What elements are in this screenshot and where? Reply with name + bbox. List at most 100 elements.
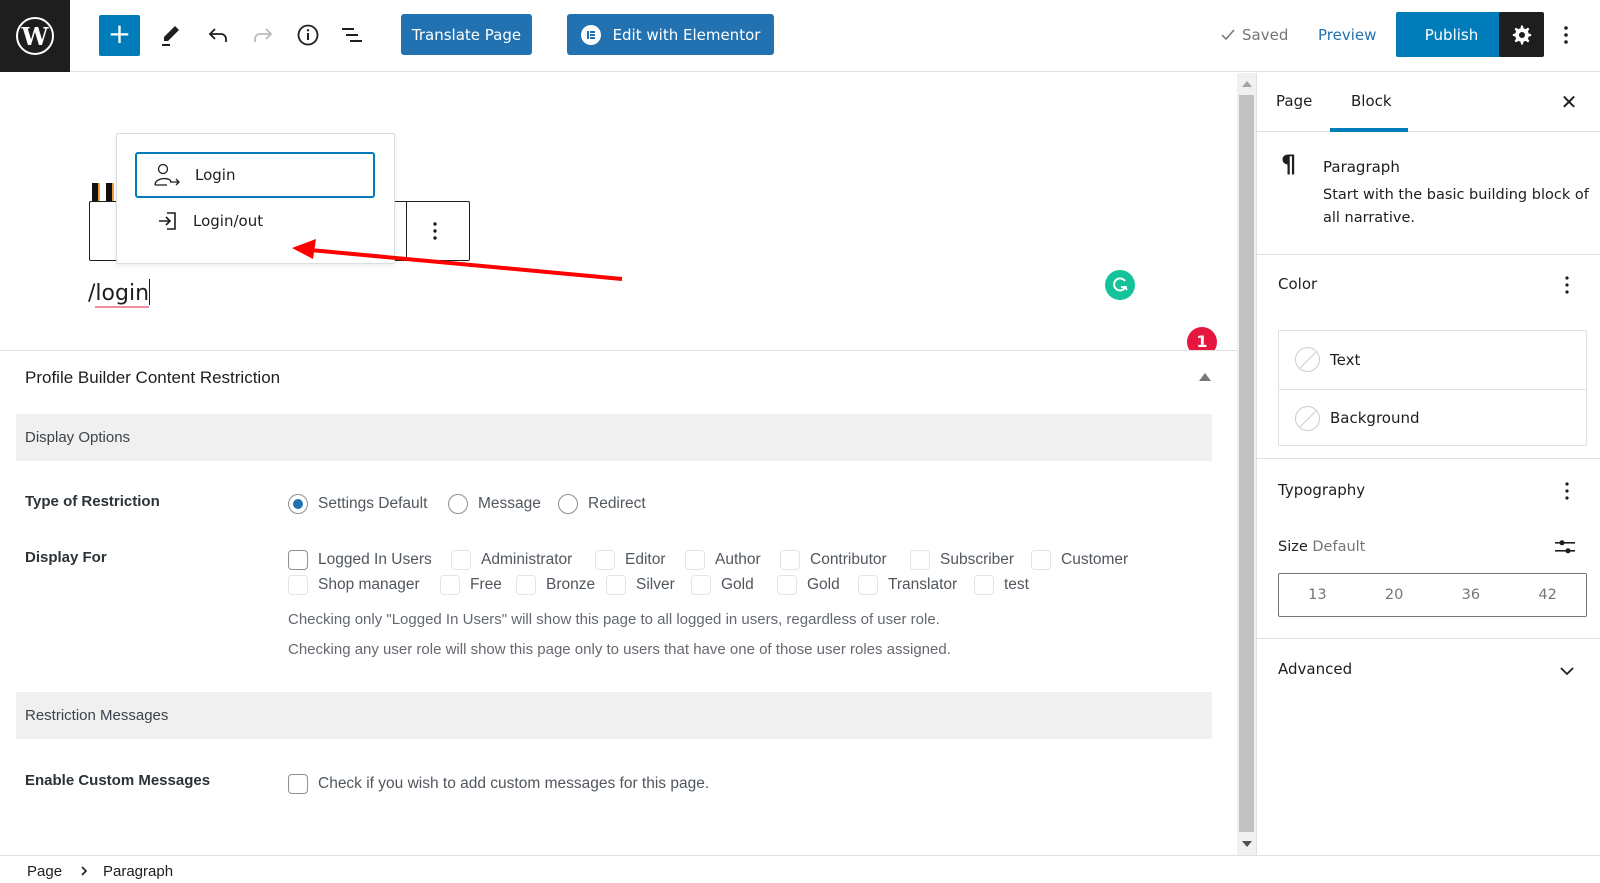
font-size-label: Size Default xyxy=(1278,539,1365,555)
paragraph-block[interactable]: /login xyxy=(88,279,151,308)
size-preset-20[interactable]: 20 xyxy=(1364,587,1424,603)
preview-button[interactable]: Preview xyxy=(1318,26,1376,44)
publish-button[interactable]: Publish xyxy=(1396,12,1507,57)
settings-button[interactable] xyxy=(1499,12,1544,57)
checkbox-author[interactable]: Author xyxy=(685,550,761,570)
checkbox-label: Author xyxy=(715,551,761,568)
checkbox-label: Shop manager xyxy=(318,576,420,593)
gear-icon xyxy=(1512,24,1531,45)
scroll-down-arrow[interactable] xyxy=(1242,841,1252,847)
list-view-button[interactable] xyxy=(336,18,370,52)
checkbox-administrator[interactable]: Administrator xyxy=(451,550,572,570)
checkbox-input[interactable] xyxy=(288,774,308,794)
checkbox-input[interactable] xyxy=(288,550,308,570)
autocomplete-label: Login/out xyxy=(193,212,264,230)
annotation-arrow xyxy=(292,239,623,281)
display-options-header: Display Options xyxy=(16,414,1212,461)
grammarly-button[interactable] xyxy=(1105,270,1135,300)
translate-page-button[interactable]: Translate Page xyxy=(401,14,532,55)
checkbox-shop-manager[interactable]: Shop manager xyxy=(288,575,420,595)
sliders-icon xyxy=(1555,540,1575,554)
radio-input[interactable] xyxy=(448,494,468,514)
metabox-collapse-toggle[interactable] xyxy=(1199,373,1211,381)
checkbox-gold[interactable]: Gold xyxy=(691,575,754,595)
checkbox-input[interactable] xyxy=(606,575,626,595)
edit-with-elementor-button[interactable]: Edit with Elementor xyxy=(567,14,774,55)
empty-swatch-icon xyxy=(1295,405,1320,431)
typography-options-button[interactable] xyxy=(1557,479,1577,503)
checkbox-input[interactable] xyxy=(777,575,797,595)
custom-size-toggle[interactable] xyxy=(1552,535,1578,559)
checkbox-input[interactable] xyxy=(858,575,878,595)
size-preset-13[interactable]: 13 xyxy=(1287,587,1347,603)
size-label-text: Size xyxy=(1278,539,1308,555)
size-preset-42[interactable]: 42 xyxy=(1518,587,1578,603)
checkbox-input[interactable] xyxy=(1031,550,1051,570)
checkbox-label: Administrator xyxy=(481,551,573,568)
checkbox-input[interactable] xyxy=(595,550,615,570)
checkbox-input[interactable] xyxy=(516,575,536,595)
tools-button[interactable] xyxy=(153,18,187,52)
add-block-button[interactable]: + xyxy=(99,15,140,56)
chevron-down-icon xyxy=(1560,666,1574,675)
size-preset-36[interactable]: 36 xyxy=(1441,587,1501,603)
undo-button[interactable] xyxy=(201,18,235,52)
redo-button[interactable] xyxy=(246,18,280,52)
translate-page-label: Translate Page xyxy=(411,25,522,44)
advanced-panel-title[interactable]: Advanced xyxy=(1278,660,1352,678)
checkbox-silver[interactable]: Silver xyxy=(606,575,675,595)
autocomplete-item-login[interactable]: Login xyxy=(135,152,375,198)
checkbox-input[interactable] xyxy=(440,575,460,595)
checkbox-input[interactable] xyxy=(780,550,800,570)
scroll-up-arrow[interactable] xyxy=(1242,81,1252,87)
checkbox-editor[interactable]: Editor xyxy=(595,550,666,570)
radio-settings-default[interactable]: Settings Default xyxy=(288,494,427,514)
checkbox-input[interactable] xyxy=(288,575,308,595)
text-color-item[interactable]: Text xyxy=(1279,331,1586,388)
scroll-thumb[interactable] xyxy=(1239,95,1254,832)
radio-input[interactable] xyxy=(558,494,578,514)
checkbox-label: Gold xyxy=(807,576,840,593)
close-sidebar-button[interactable]: ✕ xyxy=(1557,90,1581,114)
checkbox-test[interactable]: test xyxy=(974,575,1029,595)
checkbox-customer[interactable]: Customer xyxy=(1031,550,1128,570)
radio-input[interactable] xyxy=(288,494,308,514)
checkbox-bronze[interactable]: Bronze xyxy=(516,575,595,595)
radio-redirect[interactable]: Redirect xyxy=(558,494,646,514)
advanced-toggle[interactable] xyxy=(1557,661,1577,681)
breadcrumb-page[interactable]: Page xyxy=(27,863,62,880)
sign-in-icon xyxy=(159,212,176,230)
close-icon: ✕ xyxy=(1560,90,1578,114)
breadcrumb-paragraph[interactable]: Paragraph xyxy=(103,863,173,880)
details-button[interactable] xyxy=(291,18,325,52)
checkbox-input[interactable] xyxy=(691,575,711,595)
background-color-item[interactable]: Background xyxy=(1279,389,1586,446)
info-icon xyxy=(297,24,319,46)
checkbox-enable-custom-messages[interactable]: Check if you wish to add custom messages… xyxy=(288,774,709,794)
checkbox-gold-2[interactable]: Gold xyxy=(777,575,840,595)
color-options-button[interactable] xyxy=(1557,273,1577,297)
settings-sidebar: Page Block ✕ ¶ Paragraph Start with the … xyxy=(1256,73,1600,855)
radio-message[interactable]: Message xyxy=(448,494,541,514)
editor-scrollbar[interactable] xyxy=(1237,73,1256,855)
grammarly-icon xyxy=(1113,277,1128,292)
kebab-icon xyxy=(1565,482,1569,500)
tab-page[interactable]: Page xyxy=(1276,92,1312,110)
checkbox-contributor[interactable]: Contributor xyxy=(780,550,887,570)
wordpress-logo[interactable]: W xyxy=(0,0,70,72)
tab-block[interactable]: Block xyxy=(1351,92,1392,110)
list-view-icon xyxy=(342,28,362,42)
checkbox-free[interactable]: Free xyxy=(440,575,502,595)
checkbox-label: Translator xyxy=(888,576,958,593)
checkbox-input[interactable] xyxy=(974,575,994,595)
checkbox-subscriber[interactable]: Subscriber xyxy=(910,550,1014,570)
font-size-picker: 13 20 36 42 xyxy=(1278,573,1587,617)
restriction-messages-header: Restriction Messages xyxy=(16,692,1212,739)
options-menu-button[interactable] xyxy=(1556,20,1576,50)
editor-canvas[interactable]: /login Login Login/out xyxy=(0,73,1237,350)
checkbox-logged-in-users[interactable]: Logged In Users xyxy=(288,550,432,570)
checkbox-input[interactable] xyxy=(451,550,471,570)
checkbox-input[interactable] xyxy=(910,550,930,570)
checkbox-translator[interactable]: Translator xyxy=(858,575,957,595)
checkbox-input[interactable] xyxy=(685,550,705,570)
